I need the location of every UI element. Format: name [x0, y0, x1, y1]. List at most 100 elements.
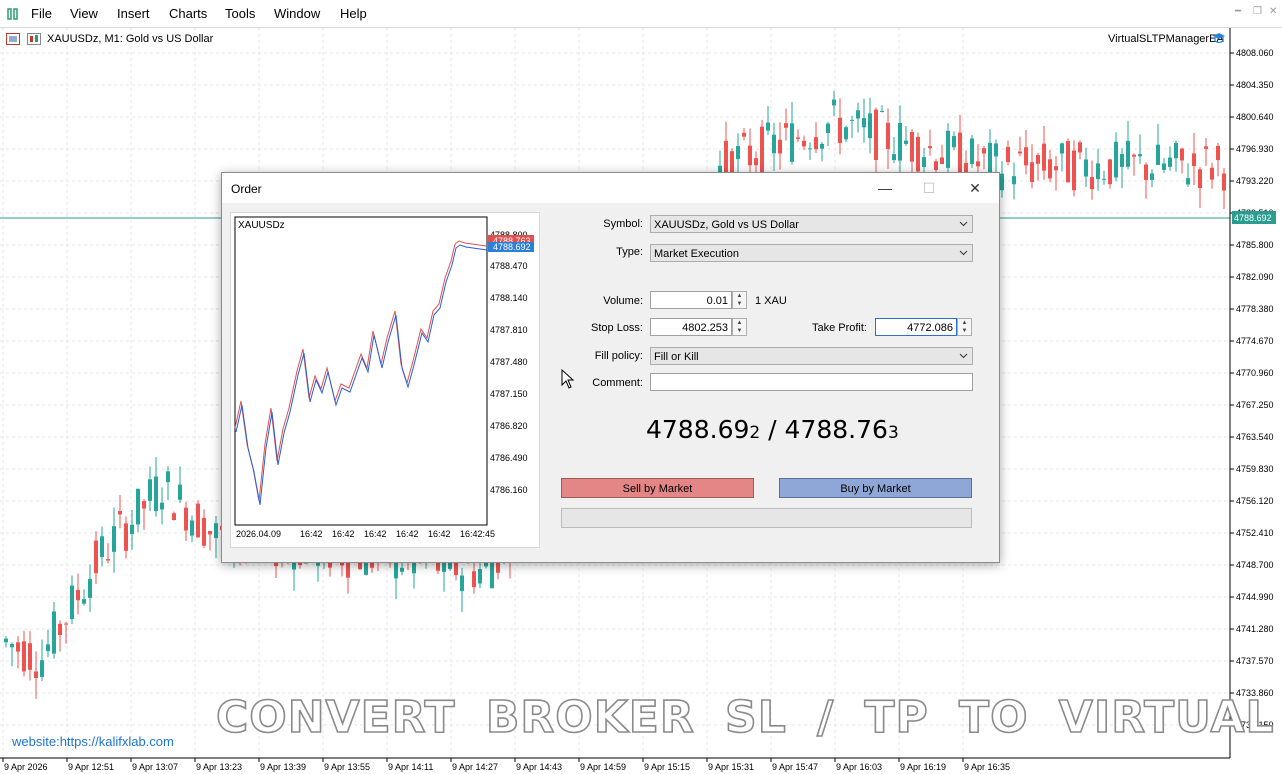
take-profit-stepper[interactable]: ▲ ▼	[957, 318, 972, 336]
candle-body	[4, 638, 8, 643]
candle-body	[160, 502, 164, 510]
candle-body	[166, 471, 170, 483]
candle-body	[1108, 159, 1112, 185]
candle-body	[190, 520, 194, 536]
candle-body	[94, 540, 98, 574]
candle-body	[1012, 176, 1016, 185]
expert-advisor-label[interactable]: VirtualSLTPManagerEA	[1108, 33, 1224, 45]
menu-view[interactable]: View	[70, 6, 98, 21]
candle-body	[1120, 153, 1124, 167]
tick-chart: XAUUSDz 4788.470 4788.140 4787.810 4787.480…	[230, 212, 540, 548]
comment-input[interactable]	[650, 373, 973, 391]
menu-help[interactable]: Help	[340, 6, 367, 21]
candle-body	[1078, 142, 1082, 153]
price-tick-label: 4782.090	[1236, 272, 1274, 282]
candle-body	[1096, 163, 1100, 180]
candle-body	[1126, 140, 1130, 167]
dialog-title: Order	[231, 182, 262, 196]
time-tick-label: 9 Apr 13:23	[196, 762, 242, 772]
menu-window[interactable]: Window	[274, 6, 320, 21]
candle-body	[820, 143, 824, 149]
dialog-minimize-icon[interactable]: —	[870, 177, 900, 199]
candle-body	[778, 139, 782, 154]
time-tick-label: 9 Apr 12:51	[68, 762, 114, 772]
price-tick-label: 4748.700	[1236, 560, 1274, 570]
symbol-select[interactable]: XAUUSDz, Gold vs US Dollar	[650, 215, 973, 233]
dialog-close-icon[interactable]: ✕	[960, 177, 990, 199]
menu-charts[interactable]: Charts	[169, 6, 207, 21]
candle-body	[724, 140, 728, 175]
tick-chart-price-axis: 4788.470 4788.140 4787.810 4787.480 4787.150…	[490, 261, 528, 495]
candle-body	[1156, 144, 1160, 165]
fill-policy-value: Fill or Kill	[654, 351, 699, 363]
candle-body	[16, 642, 20, 652]
time-tick-label: 9 Apr 16:03	[836, 762, 882, 772]
candle-body	[22, 641, 26, 672]
candle-body	[1066, 141, 1070, 183]
candle-body	[970, 138, 974, 164]
app-close-icon[interactable]: ✕	[1269, 6, 1277, 17]
app-restore-icon[interactable]: ❐	[1253, 6, 1262, 17]
take-profit-input[interactable]: 4772.086	[875, 318, 957, 336]
candle-body	[202, 517, 206, 546]
candle-body	[934, 161, 938, 171]
candle-body	[826, 123, 830, 133]
candle-body	[64, 623, 68, 625]
candle-body	[136, 488, 140, 525]
volume-stepper[interactable]: ▲ ▼	[732, 291, 747, 309]
type-select-value: Market Execution	[654, 248, 739, 260]
app-minimize-icon[interactable]: ━	[1235, 6, 1241, 17]
time-tick-label: 9 Apr 14:59	[580, 762, 626, 772]
expert-hat-icon[interactable]	[1212, 32, 1226, 45]
candle-body	[916, 136, 920, 172]
buy-by-market-button[interactable]: Buy by Market	[779, 478, 972, 498]
candle-body	[40, 660, 44, 677]
stop-loss-input[interactable]: 4802.253	[650, 318, 732, 336]
price-tick-label: 4752.410	[1236, 528, 1274, 538]
time-tick-label: 9 Apr 13:39	[260, 762, 306, 772]
menu-tools[interactable]: Tools	[225, 6, 255, 21]
menu-insert[interactable]: Insert	[117, 6, 150, 21]
menu-file[interactable]: File	[31, 6, 52, 21]
candle-body	[1144, 164, 1148, 180]
tick-price-label: 4786.490	[490, 453, 528, 463]
candle-body	[1048, 159, 1052, 179]
price-tick-label: 4793.220	[1236, 176, 1274, 186]
time-axis: 9 Apr 2026 9 Apr 12:51 9 Apr 13:07 9 Apr 13…	[2, 758, 1010, 772]
candle-body	[472, 571, 476, 588]
sell-by-market-button[interactable]: Sell by Market	[561, 478, 754, 498]
candle-body	[904, 140, 908, 144]
time-tick-label: 9 Apr 14:27	[452, 762, 498, 772]
dialog-titlebar[interactable]: Order — ☐ ✕	[222, 173, 999, 203]
time-tick-label: 9 Apr 13:55	[324, 762, 370, 772]
candle-body	[208, 531, 212, 535]
candle-body	[862, 118, 866, 128]
dialog-maximize-icon[interactable]: ☐	[914, 177, 944, 199]
type-select[interactable]: Market Execution	[650, 244, 973, 262]
bid-price-last-digit: 2	[749, 423, 761, 443]
chevron-down-icon	[959, 221, 968, 227]
bid-price: 4788.69	[646, 415, 750, 444]
chart-menu-icon[interactable]	[6, 33, 20, 45]
candle-body	[808, 148, 812, 150]
price-tick-label: 4800.640	[1236, 112, 1274, 122]
candle-body	[460, 575, 464, 592]
mouse-cursor-icon	[561, 369, 575, 389]
stop-loss-stepper[interactable]: ▲ ▼	[732, 318, 747, 336]
candle-body	[976, 161, 980, 167]
volume-input[interactable]: 0.01	[650, 291, 732, 309]
fill-policy-select[interactable]: Fill or Kill	[650, 347, 973, 365]
tick-time-label: 16:42	[428, 529, 451, 539]
candle-body	[838, 117, 842, 143]
candle-body	[1084, 159, 1088, 177]
candle-body	[940, 157, 944, 165]
candle-body	[148, 479, 152, 501]
candle-body	[802, 140, 806, 147]
candle-body	[1198, 169, 1202, 189]
website-link[interactable]: website:https://kalifxlab.com	[12, 734, 174, 749]
price-tick-label: 4770.960	[1236, 368, 1274, 378]
time-tick-label: 9 Apr 2026	[4, 762, 48, 772]
price-tick-label: 4804.350	[1236, 80, 1274, 90]
candle-body	[178, 484, 182, 500]
candle-body	[1138, 154, 1142, 157]
